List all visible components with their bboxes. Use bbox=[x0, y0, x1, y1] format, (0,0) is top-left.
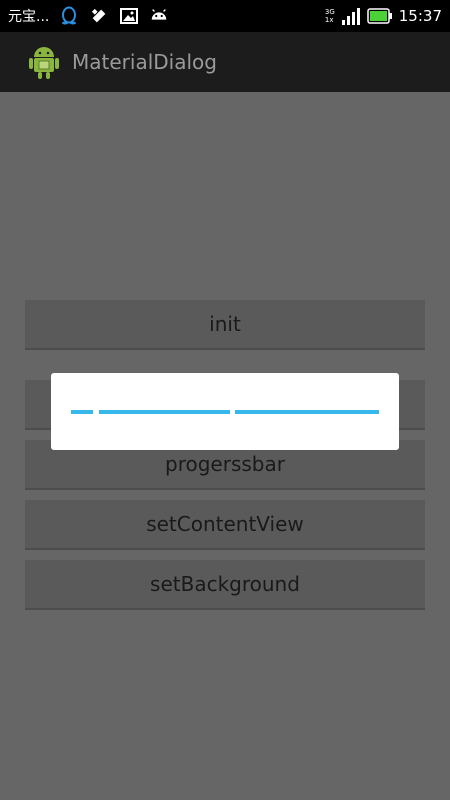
set-background-button[interactable]: setBackground bbox=[25, 560, 425, 610]
app-title: MaterialDialog bbox=[72, 50, 217, 74]
progress-segment bbox=[99, 410, 230, 414]
network-top-label: 3G bbox=[324, 8, 335, 16]
clock: 15:37 bbox=[398, 7, 442, 25]
progress-dialog bbox=[51, 373, 399, 450]
progress-segment bbox=[235, 410, 379, 414]
status-right: 3G 1x 15:37 bbox=[325, 6, 442, 26]
carrier-label: 元宝... bbox=[8, 9, 50, 25]
image-icon bbox=[120, 8, 139, 24]
progress-bar bbox=[71, 410, 379, 414]
progress-segment bbox=[71, 410, 93, 414]
status-left: 元宝... bbox=[8, 6, 169, 26]
app-launcher-icon[interactable] bbox=[28, 44, 60, 80]
status-bar: 元宝... 3G 1x 15:37 bbox=[0, 0, 450, 32]
qq-penguin-icon bbox=[62, 6, 77, 25]
action-bar: MaterialDialog bbox=[0, 32, 450, 92]
init-button[interactable]: init bbox=[25, 300, 425, 350]
signal-icon bbox=[341, 8, 360, 25]
android-icon bbox=[152, 9, 167, 20]
battery-icon bbox=[367, 8, 392, 24]
set-content-view-button[interactable]: setContentView bbox=[25, 500, 425, 550]
network-type: 3G 1x bbox=[325, 8, 335, 24]
usb-debug-icon bbox=[92, 8, 106, 23]
network-bottom-label: 1x bbox=[324, 16, 334, 24]
